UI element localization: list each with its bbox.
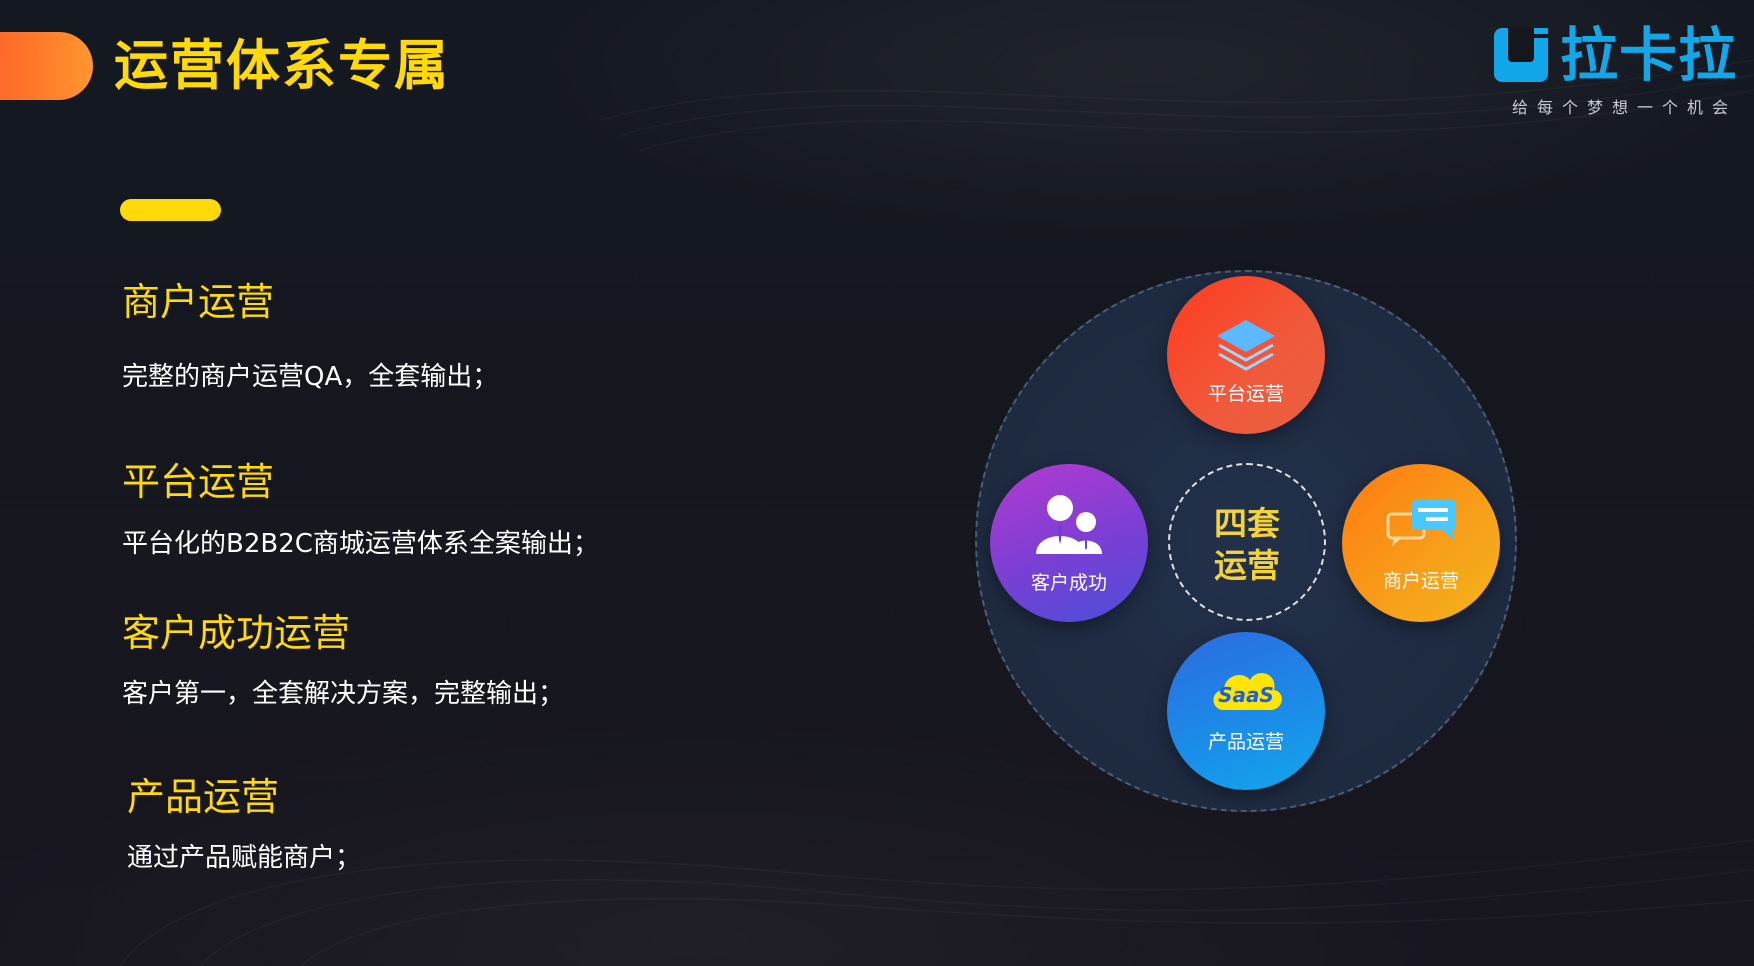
page-title: 运营体系专属 [114, 34, 450, 97]
center-label-line2: 运营 [1214, 546, 1280, 585]
node-merchant-operations: 商户运营 [1342, 464, 1500, 622]
saas-cloud-icon: SaaS [1213, 673, 1282, 710]
section-text-customer-success: 客户第一，全套解决方案，完整输出； [122, 679, 565, 709]
accent-bar [120, 199, 221, 221]
logo-name: 拉卡拉 [1560, 21, 1738, 89]
section-text-merchant: 完整的商户运营QA，全套输出； [122, 362, 499, 392]
saas-icon-text: SaaS [1218, 683, 1274, 707]
node-label-product: 产品运营 [1207, 731, 1284, 753]
center-label-line1: 四套 [1214, 504, 1280, 543]
logo-mark-icon [1494, 28, 1548, 82]
node-customer-success: 客户成功 [990, 464, 1148, 622]
section-heading-merchant: 商户运营 [122, 280, 275, 324]
center-label: 四套 运营 [1170, 503, 1324, 587]
node-label-platform: 平台运营 [1207, 383, 1284, 405]
node-product-operations: SaaS 产品运营 [1167, 632, 1325, 790]
section-heading-customer-success: 客户成功运营 [122, 611, 351, 655]
section-heading-product: 产品运营 [127, 775, 280, 819]
slide: 运营体系专属 拉卡拉 给每个梦想一个机会 商户运营 完整的商户运营QA，全套输出… [0, 0, 1754, 966]
four-operations-diagram: 四套 运营 平台运营 客户成功 商户运营 SaaS 产品运营 [975, 270, 1517, 812]
chat-bubbles-icon [1386, 500, 1456, 546]
users-icon [1036, 495, 1102, 554]
node-platform-operations: 平台运营 [1167, 276, 1325, 434]
logo-slogan: 给每个梦想一个机会 [1512, 98, 1738, 117]
section-text-platform: 平台化的B2B2C商城运营体系全案输出； [122, 529, 599, 559]
section-heading-platform: 平台运营 [122, 460, 275, 504]
title-accent-pill [0, 32, 93, 100]
layers-icon [1217, 320, 1275, 371]
brand-logo: 拉卡拉 给每个梦想一个机会 [1494, 22, 1738, 120]
node-label-merchant: 商户运营 [1382, 570, 1459, 592]
section-text-product: 通过产品赋能商户； [127, 843, 362, 873]
center-circle: 四套 运营 [1168, 463, 1326, 621]
node-label-customer-success: 客户成功 [1030, 572, 1107, 594]
